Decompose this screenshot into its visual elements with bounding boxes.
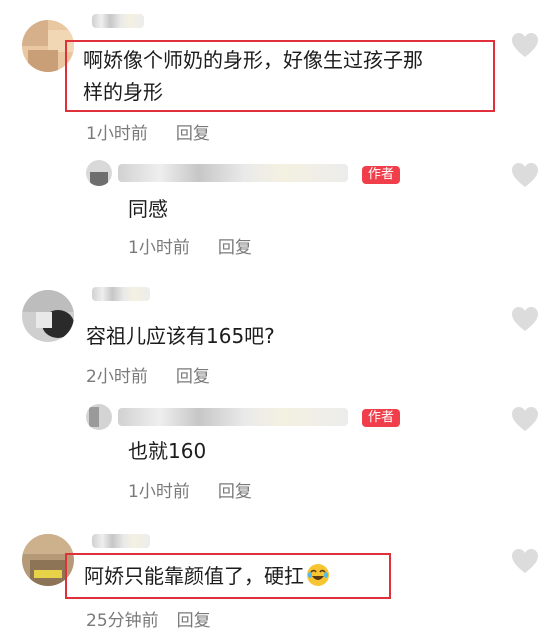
reply-button[interactable]: 回复 <box>218 482 252 502</box>
comment-time: 1小时前 <box>86 124 148 144</box>
rolling-on-floor-laughing-emoji-icon <box>306 563 330 587</box>
comment-section: 啊娇像个师奶的身形，好像生过孩子那 样的身形 1小时前 回复 作者 同感 1小时前… <box>0 0 554 640</box>
reply-meta: 1小时前 回复 <box>128 233 252 258</box>
username-blurred[interactable] <box>92 287 150 301</box>
comment-time: 25分钟前 <box>86 611 159 631</box>
comment-text: 容祖儿应该有165吧? <box>86 324 275 348</box>
reply-button[interactable]: 回复 <box>177 611 211 631</box>
reply-button[interactable]: 回复 <box>176 124 210 144</box>
comment-text-line: 啊娇像个师奶的身形，好像生过孩子那 <box>83 48 423 72</box>
comment-time: 2小时前 <box>86 367 148 387</box>
comment-meta: 1小时前 回复 <box>86 119 210 144</box>
avatar[interactable] <box>86 160 112 186</box>
avatar[interactable] <box>22 290 74 342</box>
reply-button[interactable]: 回复 <box>176 367 210 387</box>
comment-text: 阿娇只能靠颜值了，硬扛 <box>84 560 330 592</box>
reply-meta: 1小时前 回复 <box>128 477 252 502</box>
reply-time: 1小时前 <box>128 238 190 258</box>
heart-icon[interactable] <box>511 306 539 332</box>
comment-meta: 25分钟前 回复 <box>86 606 211 631</box>
heart-icon[interactable] <box>511 162 539 188</box>
username-blurred[interactable] <box>118 408 348 426</box>
heart-icon[interactable] <box>511 548 539 574</box>
reply-text: 也就160 <box>128 439 207 463</box>
username-blurred[interactable] <box>92 14 144 28</box>
comment-text: 啊娇像个师奶的身形，好像生过孩子那 样的身形 <box>83 44 423 108</box>
reply-time: 1小时前 <box>128 482 190 502</box>
heart-icon[interactable] <box>511 406 539 432</box>
reply-button[interactable]: 回复 <box>218 238 252 258</box>
comment-meta: 2小时前 回复 <box>86 362 210 387</box>
username-blurred[interactable] <box>92 534 150 548</box>
heart-icon[interactable] <box>511 32 539 58</box>
avatar[interactable] <box>86 404 112 430</box>
username-blurred[interactable] <box>118 164 348 182</box>
author-badge: 作者 <box>362 166 401 184</box>
author-badge: 作者 <box>362 409 401 427</box>
comment-text-line: 样的身形 <box>83 80 163 104</box>
reply-text: 同感 <box>128 197 168 221</box>
comment-text-content: 阿娇只能靠颜值了，硬扛 <box>84 564 304 588</box>
